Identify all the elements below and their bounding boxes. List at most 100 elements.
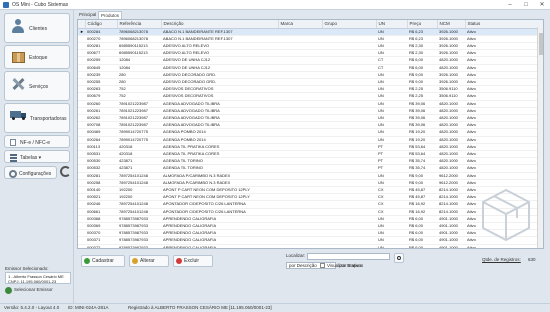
- table-row[interactable]: 000270 7896068213078 ABACO N.1 BANDEIRANTE…: [78, 35, 543, 43]
- table-cell: Ativo: [465, 136, 543, 144]
- table-row[interactable]: 000262 7891021223987 AGENDA ADVOGADO TILIB…: [78, 114, 543, 123]
- table-cell: AGENDA POMBO 2014: [161, 136, 278, 144]
- visualizar-inativos-checkbox[interactable]: [320, 263, 325, 268]
- table-row[interactable]: 000645 12084 ADESIVO DE UNHA CJ12 CT R$ 6,00…: [78, 64, 543, 72]
- sidebar-item-clientes[interactable]: Clientes: [4, 13, 70, 43]
- cadastrar-button[interactable]: Cadastrar: [81, 255, 125, 267]
- table-cell: R$ 39,06: [407, 114, 437, 123]
- table-row[interactable]: 000263 752 ADESIVOS DECORATIVOS UN R$ 2,25 35…: [78, 85, 543, 94]
- table-row[interactable]: 000261 7891021223987 AGENDA ADVOGADO TILIB…: [78, 107, 543, 115]
- row-marker: [78, 128, 85, 137]
- table-cell: 8214.1000: [437, 200, 465, 209]
- table-row[interactable]: 000677 6985590115213 ADESIVO ALTO RELEVO UN…: [78, 49, 543, 58]
- table-cell: UN: [376, 236, 407, 245]
- refresh-icon[interactable]: [60, 166, 71, 177]
- select-emitter-label: Selecionar Emissor: [14, 287, 53, 292]
- column-header[interactable]: Marca: [278, 20, 323, 29]
- table-row[interactable]: 000239 280 ADESIVO DECORADO GRD. UN R$ 9,00 3…: [78, 71, 543, 79]
- select-emitter-button[interactable]: Selecionar Emissor: [5, 287, 53, 294]
- table-cell: [278, 71, 322, 79]
- table-cell: UN: [376, 172, 407, 180]
- table-cell: [278, 121, 322, 130]
- sidebar-item-label: Transportadoras: [30, 116, 67, 122]
- table-row[interactable]: 000368 9788573987933 APRENDENDO CALIGRAFIA…: [78, 215, 543, 223]
- table-row[interactable]: 000531 420318 AGENDA TIL PRATIKA CORES PT R$…: [78, 150, 543, 159]
- table-cell: CT: [376, 64, 407, 72]
- table-cell: [278, 56, 322, 65]
- table-row[interactable]: 000369 9788573987933 APRENDENDO CALIGRAFIA…: [78, 222, 543, 231]
- table-row[interactable]: 000370 9788573987933 APRENDENDO CALIGRAFIA…: [78, 229, 543, 238]
- column-header[interactable]: Grupo: [322, 20, 377, 29]
- table-row[interactable]: 000371 9788573987933 APRENDENDO CALIGRAFIA…: [78, 236, 543, 245]
- table-cell: [278, 136, 322, 144]
- column-header[interactable]: NCM: [437, 20, 466, 29]
- maximize-button[interactable]: □: [518, 0, 534, 10]
- sidebar-item-tabelas[interactable]: Tabelas ▾: [4, 150, 70, 163]
- row-marker: [78, 193, 85, 202]
- table-row[interactable]: 000372 9788573987933 APRENDENDO CALIGRAFIA…: [78, 244, 543, 248]
- table-cell: R$ 6,00: [407, 236, 437, 245]
- table-cell: UN: [376, 121, 407, 130]
- column-header[interactable]: UN: [376, 20, 408, 29]
- row-marker: [78, 236, 85, 245]
- tab-produtos[interactable]: Produtos×: [98, 11, 123, 27]
- table-cell: 9612.2000: [437, 172, 465, 180]
- table-row[interactable]: 000469 7899014720775 AGENDA POMBO 2014 UN R$…: [78, 128, 543, 137]
- column-header[interactable]: Código: [85, 20, 118, 29]
- table-cell: [278, 186, 322, 195]
- table-row[interactable]: 000281 7897254101248 ALMOFADA P/CARIMBO N.…: [78, 172, 543, 180]
- table-cell: R$ 9,00: [407, 179, 437, 187]
- sidebar-item-nfe[interactable]: NF-e / NFC-e: [4, 135, 70, 148]
- table-cell: AGENDA ADVOGADO TILIBRA: [161, 100, 278, 108]
- sidebar-item-estoque[interactable]: Estoque: [4, 45, 70, 69]
- minimize-button[interactable]: –: [502, 0, 518, 10]
- row-marker: [78, 208, 85, 216]
- table-cell: APRENDENDO CALIGRAFIA: [161, 236, 278, 245]
- table-row[interactable]: 000113 420318 AGENDA TIL PRATIKA CORES PT R$…: [78, 143, 543, 151]
- table-row[interactable]: 000255 280 ADESIVO DECORADO GRD. UN R$ 9,00 3…: [78, 78, 543, 87]
- table-cell: AGENDA TIL TORINO: [161, 164, 278, 173]
- table-row[interactable]: 000246 7897254101248 APONTADOR C/DEPOSITO …: [78, 200, 543, 209]
- table-cell: UN: [376, 222, 407, 231]
- table-cell: 7897254101248: [117, 172, 161, 180]
- column-header[interactable]: Descrição: [161, 20, 279, 29]
- table-row[interactable]: 000521 192200 APONT P CART NEON COM DEPOSI…: [78, 193, 543, 202]
- row-marker: [78, 56, 85, 65]
- version-text: Versão: 5.4.2.0 - Layout 4.0: [4, 305, 60, 310]
- column-header[interactable]: Status: [465, 20, 543, 29]
- table-cell: [278, 236, 322, 245]
- table-row[interactable]: 000530 423871 AGENDA TIL TORINO PT R$ 35,74 4…: [78, 157, 543, 166]
- row-marker: ►: [78, 28, 85, 36]
- vertical-scrollbar[interactable]: [537, 27, 543, 248]
- table-row[interactable]: 000259 12084 ADESIVO DE UNHA CJ12 CT R$ 6,00…: [78, 56, 543, 65]
- table-row[interactable]: 000532 423871 AGENDA TIL TORINO PT R$ 35,74 4…: [78, 164, 543, 173]
- sidebar-item-servicos[interactable]: Serviços: [4, 71, 70, 101]
- sidebar-item-configuracoes[interactable]: Configurações: [4, 166, 57, 179]
- table-cell: 000531: [85, 150, 117, 159]
- close-button[interactable]: ✕: [534, 0, 550, 10]
- scrollbar-thumb[interactable]: [539, 33, 543, 55]
- table-cell: ADESIVOS DECORATIVOS: [161, 92, 278, 101]
- search-input[interactable]: [307, 253, 390, 260]
- table-cell: R$ 35,74: [407, 164, 437, 173]
- table-row[interactable]: 000661 7897254101248 APONTADOR C/DEPOSITO …: [78, 208, 543, 216]
- search-button[interactable]: [394, 253, 404, 263]
- table-row[interactable]: ► 000284 7896068213078 ABACO N.1 BANDEIRANT…: [78, 28, 543, 36]
- row-marker: [78, 121, 85, 130]
- table-row[interactable]: 000679 752 ADESIVOS DECORATIVOS UN R$ 2,25 35…: [78, 92, 543, 101]
- table-cell: 000260: [85, 100, 117, 108]
- table-row[interactable]: 000708 7891021223987 AGENDA ADVOGADO TILIB…: [78, 121, 543, 130]
- column-header[interactable]: [78, 20, 86, 29]
- column-header[interactable]: Referência: [117, 20, 162, 29]
- sidebar-item-transportadoras[interactable]: Transportadoras: [4, 103, 70, 133]
- table-row[interactable]: 000258 7897254101248 ALMOFADA P/CARIMBO N.…: [78, 179, 543, 187]
- table-row[interactable]: 000140 192200 APONT P CART NEON COM DEPOSI…: [78, 186, 543, 195]
- table-row[interactable]: 000260 7891021223987 AGENDA ADVOGADO TILIB…: [78, 100, 543, 108]
- tab-principal[interactable]: Principal: [77, 11, 98, 19]
- column-header[interactable]: Preço: [407, 20, 438, 29]
- table-row[interactable]: 000281 6985590115213 ADESIVO ALTO RELEVO UN…: [78, 42, 543, 51]
- excluir-button[interactable]: Excluir: [173, 255, 213, 267]
- alterar-button[interactable]: Alterar: [129, 255, 169, 267]
- table-cell: [322, 64, 376, 72]
- table-row[interactable]: 000264 7899014720775 AGENDA POMBO 2014 UN R$…: [78, 136, 543, 144]
